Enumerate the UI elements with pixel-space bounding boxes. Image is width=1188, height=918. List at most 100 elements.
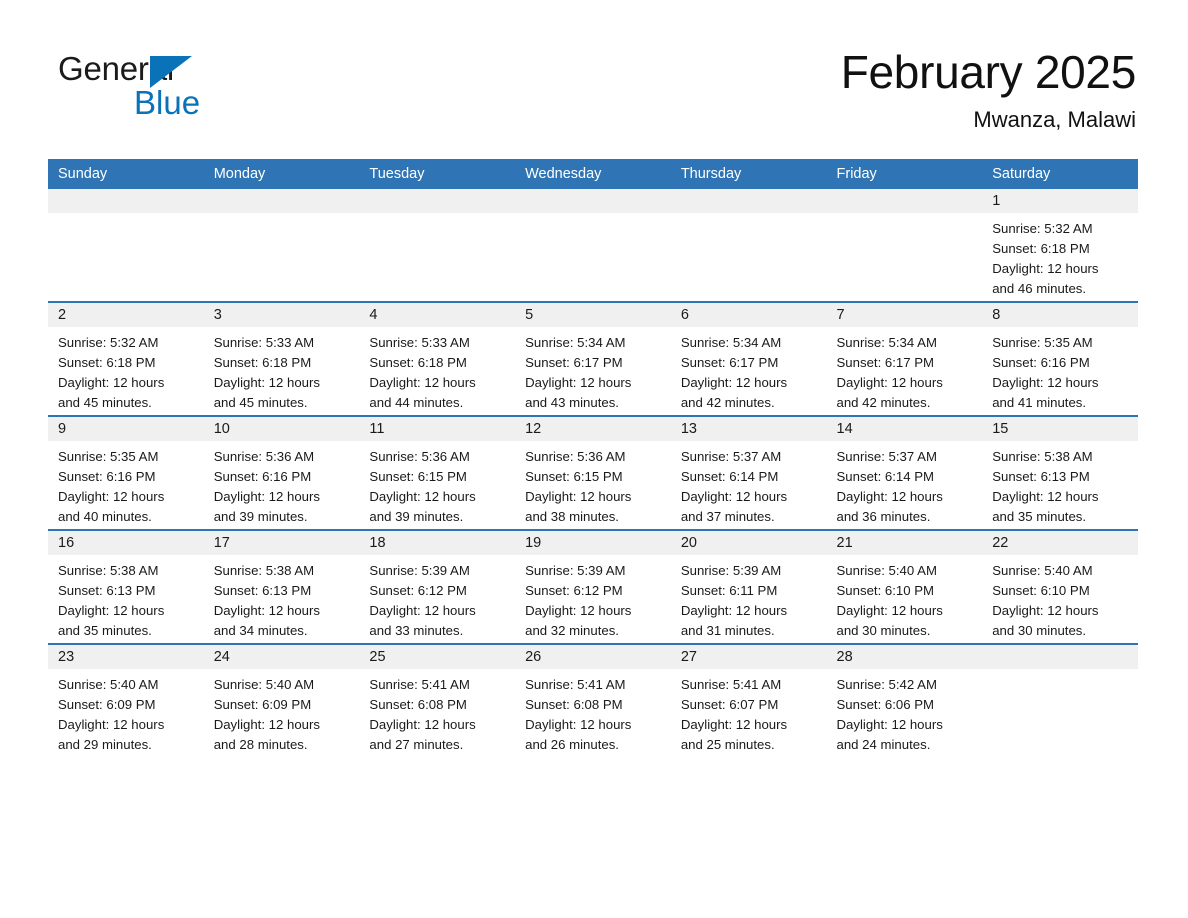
daylight-text: Daylight: 12 hours: [58, 717, 165, 732]
day-details: Sunrise: 5:38 AM Sunset: 6:13 PM Daylight:…: [204, 555, 360, 641]
calendar-day-cell[interactable]: 7 Sunrise: 5:34 AM Sunset: 6:17 PM Daylight…: [826, 301, 983, 416]
sunset-text: Sunset: 6:10 PM: [836, 583, 935, 598]
day-number: 8: [982, 303, 1138, 327]
calendar-day-cell-empty: [359, 189, 516, 302]
day-details: [204, 213, 360, 219]
title-block: February 2025 Mwanza, Malawi: [841, 48, 1137, 132]
sunset-text: Sunset: 6:17 PM: [680, 355, 779, 370]
day-details: Sunrise: 5:34 AM Sunset: 6:17 PM Daylight:…: [515, 327, 671, 413]
sunrise-text: Sunrise: 5:40 AM: [213, 677, 315, 692]
day-number: 1: [982, 189, 1138, 213]
daylight-text-cont: and 40 minutes.: [58, 509, 152, 524]
calendar-day-cell-empty: [48, 189, 204, 302]
daylight-text: Daylight: 12 hours: [680, 603, 788, 618]
day-details: [48, 213, 204, 219]
daylight-text: Daylight: 12 hours: [836, 603, 943, 618]
day-details: Sunrise: 5:39 AM Sunset: 6:12 PM Daylight:…: [359, 555, 515, 641]
sunset-text: Sunset: 6:09 PM: [58, 697, 156, 712]
calendar-day-cell[interactable]: 19 Sunrise: 5:39 AM Sunset: 6:12 PM Dayligh…: [515, 529, 671, 644]
daylight-text-cont: and 45 minutes.: [213, 395, 308, 410]
weekday-header-monday: Monday: [203, 159, 360, 189]
sunrise-text: Sunrise: 5:40 AM: [992, 563, 1093, 578]
sunset-text: Sunset: 6:16 PM: [213, 469, 312, 484]
day-details: Sunrise: 5:36 AM Sunset: 6:15 PM Daylight:…: [359, 441, 515, 527]
day-number: 20: [670, 531, 827, 555]
sunrise-text: Sunrise: 5:41 AM: [369, 677, 470, 692]
sunrise-text: Sunrise: 5:33 AM: [369, 335, 470, 350]
calendar-day-cell[interactable]: 8 Sunrise: 5:35 AM Sunset: 6:16 PM Daylight…: [982, 301, 1138, 416]
daylight-text: Daylight: 12 hours: [213, 603, 320, 618]
calendar-day-cell[interactable]: 6 Sunrise: 5:34 AM Sunset: 6:17 PM Daylight…: [670, 301, 827, 416]
calendar-day-cell[interactable]: 28 Sunrise: 5:42 AM Sunset: 6:06 PM Dayligh…: [826, 643, 983, 757]
calendar-day-cell[interactable]: 20 Sunrise: 5:39 AM Sunset: 6:11 PM Dayligh…: [670, 529, 827, 644]
sunset-text: Sunset: 6:17 PM: [525, 355, 623, 370]
day-details: Sunrise: 5:40 AM Sunset: 6:09 PM Daylight:…: [204, 669, 360, 755]
calendar-day-cell[interactable]: 17 Sunrise: 5:38 AM Sunset: 6:13 PM Dayligh…: [203, 529, 360, 644]
sunrise-text: Sunrise: 5:34 AM: [680, 335, 782, 350]
calendar-day-cell[interactable]: 2 Sunrise: 5:32 AM Sunset: 6:18 PM Daylight…: [48, 301, 204, 416]
calendar-day-cell[interactable]: 13 Sunrise: 5:37 AM Sunset: 6:14 PM Dayligh…: [670, 415, 827, 530]
calendar-header-row: Sunday Monday Tuesday Wednesday Thursday…: [48, 159, 1138, 189]
daylight-text: Daylight: 12 hours: [369, 603, 476, 618]
day-number: 6: [670, 303, 827, 327]
daylight-text: Daylight: 12 hours: [369, 375, 476, 390]
day-number: 13: [670, 417, 827, 441]
daylight-text-cont: and 43 minutes.: [525, 395, 619, 410]
weekday-header-friday: Friday: [826, 159, 983, 189]
calendar-table: Sunday Monday Tuesday Wednesday Thursday…: [48, 159, 1138, 757]
day-number: 25: [359, 645, 516, 669]
calendar-day-cell[interactable]: 9 Sunrise: 5:35 AM Sunset: 6:16 PM Daylight…: [48, 415, 204, 530]
sunset-text: Sunset: 6:18 PM: [369, 355, 467, 370]
calendar-day-cell[interactable]: 1 Sunrise: 5:32 AM Sunset: 6:18 PM Daylight…: [982, 189, 1138, 302]
day-number: 14: [826, 417, 983, 441]
day-details: [982, 669, 1138, 675]
daylight-text-cont: and 39 minutes.: [369, 509, 464, 524]
calendar-day-cell[interactable]: 16 Sunrise: 5:38 AM Sunset: 6:13 PM Dayligh…: [48, 529, 204, 644]
day-number: 27: [670, 645, 827, 669]
sunset-text: Sunset: 6:10 PM: [992, 583, 1090, 598]
daylight-text: Daylight: 12 hours: [213, 375, 320, 390]
daylight-text-cont: and 33 minutes.: [369, 623, 464, 638]
calendar-day-cell[interactable]: 22 Sunrise: 5:40 AM Sunset: 6:10 PM Dayligh…: [982, 529, 1138, 644]
sunset-text: Sunset: 6:16 PM: [58, 469, 156, 484]
sunset-text: Sunset: 6:18 PM: [213, 355, 312, 370]
daylight-text-cont: and 24 minutes.: [836, 737, 931, 752]
calendar-day-cell[interactable]: 5 Sunrise: 5:34 AM Sunset: 6:17 PM Daylight…: [515, 301, 671, 416]
day-details: Sunrise: 5:32 AM Sunset: 6:18 PM Daylight:…: [48, 327, 204, 413]
calendar-day-cell[interactable]: 11 Sunrise: 5:36 AM Sunset: 6:15 PM Dayligh…: [359, 415, 516, 530]
calendar-day-cell[interactable]: 12 Sunrise: 5:36 AM Sunset: 6:15 PM Dayligh…: [515, 415, 671, 530]
calendar-day-cell[interactable]: 26 Sunrise: 5:41 AM Sunset: 6:08 PM Dayligh…: [515, 643, 671, 757]
daylight-text-cont: and 35 minutes.: [58, 623, 152, 638]
calendar-day-cell[interactable]: 10 Sunrise: 5:36 AM Sunset: 6:16 PM Dayligh…: [203, 415, 360, 530]
calendar-day-cell[interactable]: 23 Sunrise: 5:40 AM Sunset: 6:09 PM Dayligh…: [48, 643, 204, 757]
daylight-text-cont: and 27 minutes.: [369, 737, 464, 752]
sunrise-text: Sunrise: 5:41 AM: [680, 677, 782, 692]
day-details: Sunrise: 5:36 AM Sunset: 6:15 PM Daylight:…: [515, 441, 671, 527]
daylight-text: Daylight: 12 hours: [213, 717, 320, 732]
day-details: Sunrise: 5:34 AM Sunset: 6:17 PM Daylight:…: [671, 327, 827, 413]
calendar-week-row: 1 Sunrise: 5:32 AM Sunset: 6:18 PM Daylight…: [48, 189, 1138, 302]
day-number: 15: [982, 417, 1138, 441]
calendar-day-cell[interactable]: 3 Sunrise: 5:33 AM Sunset: 6:18 PM Daylight…: [203, 301, 360, 416]
sunrise-text: Sunrise: 5:36 AM: [525, 449, 626, 464]
calendar-day-cell[interactable]: 14 Sunrise: 5:37 AM Sunset: 6:14 PM Dayligh…: [826, 415, 983, 530]
sunset-text: Sunset: 6:08 PM: [525, 697, 623, 712]
calendar-day-cell[interactable]: 25 Sunrise: 5:41 AM Sunset: 6:08 PM Dayligh…: [359, 643, 516, 757]
weekday-header-saturday: Saturday: [982, 159, 1138, 189]
sunset-text: Sunset: 6:13 PM: [58, 583, 156, 598]
day-details: Sunrise: 5:38 AM Sunset: 6:13 PM Daylight:…: [982, 441, 1138, 527]
calendar-day-cell[interactable]: 27 Sunrise: 5:41 AM Sunset: 6:07 PM Dayligh…: [670, 643, 827, 757]
calendar-day-cell[interactable]: 15 Sunrise: 5:38 AM Sunset: 6:13 PM Dayligh…: [982, 415, 1138, 530]
day-details: Sunrise: 5:36 AM Sunset: 6:16 PM Daylight:…: [204, 441, 360, 527]
daylight-text: Daylight: 12 hours: [992, 261, 1099, 276]
sunrise-text: Sunrise: 5:37 AM: [836, 449, 937, 464]
daylight-text: Daylight: 12 hours: [58, 375, 165, 390]
day-number: 2: [48, 303, 204, 327]
day-number: 23: [48, 645, 204, 669]
day-number: 11: [359, 417, 516, 441]
calendar-day-cell[interactable]: 21 Sunrise: 5:40 AM Sunset: 6:10 PM Dayligh…: [826, 529, 983, 644]
calendar-day-cell[interactable]: 18 Sunrise: 5:39 AM Sunset: 6:12 PM Dayligh…: [359, 529, 516, 644]
sunrise-text: Sunrise: 5:40 AM: [836, 563, 937, 578]
calendar-day-cell[interactable]: 4 Sunrise: 5:33 AM Sunset: 6:18 PM Daylight…: [359, 301, 516, 416]
calendar-day-cell[interactable]: 24 Sunrise: 5:40 AM Sunset: 6:09 PM Dayligh…: [203, 643, 360, 757]
